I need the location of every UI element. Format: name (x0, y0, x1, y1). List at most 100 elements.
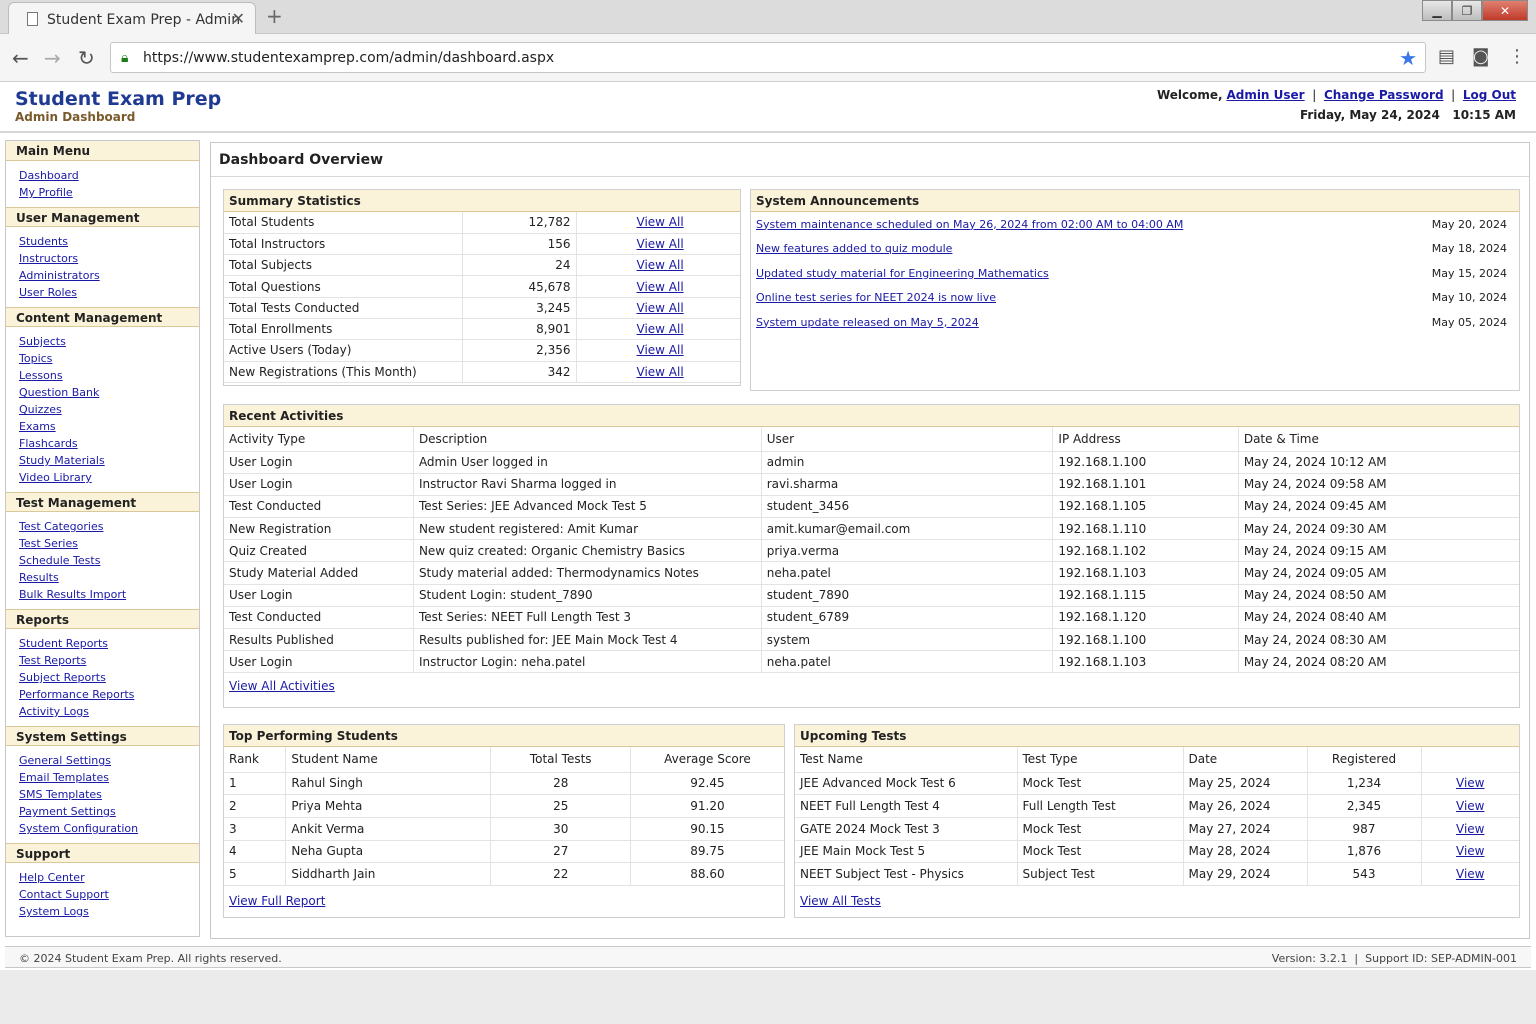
new-tab-icon[interactable]: + (266, 4, 283, 28)
sidebar-item-results[interactable]: Results (19, 569, 199, 586)
view-all-link[interactable]: View All (637, 301, 684, 315)
sidebar-item-test-series[interactable]: Test Series (19, 535, 199, 552)
table-row: 5 Siddharth Jain 22 88.60 (224, 862, 784, 886)
column-header[interactable]: User (761, 427, 1054, 452)
announcements-list: System maintenance scheduled on May 26, … (751, 212, 1519, 335)
logout-link[interactable]: Log Out (1463, 88, 1516, 102)
sidebar-item-test-categories[interactable]: Test Categories (19, 518, 199, 535)
sidebar-item-sms-templates[interactable]: SMS Templates (19, 786, 199, 803)
announcement-link[interactable]: System update released on May 5, 2024 (756, 316, 979, 329)
announcement-link[interactable]: Online test series for NEET 2024 is now … (756, 291, 996, 304)
bookmark-star-icon[interactable]: ★ (1399, 46, 1417, 70)
address-bar[interactable]: 🔒︎ https://www.studentexamprep.com/admin… (110, 42, 1426, 73)
sidebar-item-email-templates[interactable]: Email Templates (19, 769, 199, 786)
sidebar-item-student-reports[interactable]: Student Reports (19, 635, 199, 652)
site-title[interactable]: Student Exam Prep (15, 88, 221, 110)
sidebar-item-system-configuration[interactable]: System Configuration (19, 820, 199, 837)
sidebar-item-flashcards[interactable]: Flashcards (19, 435, 199, 452)
column-header[interactable]: Student Name (285, 747, 492, 773)
panel-heading: Recent Activities (224, 405, 1519, 427)
view-test-link[interactable]: View (1456, 822, 1484, 836)
sidebar-item-test-reports[interactable]: Test Reports (19, 652, 199, 669)
url-text[interactable]: https://www.studentexamprep.com/admin/da… (143, 50, 554, 66)
view-full-report-link[interactable]: View Full Report (229, 894, 325, 908)
view-all-link[interactable]: View All (637, 343, 684, 357)
column-header[interactable]: Activity Type (224, 427, 414, 452)
change-password-link[interactable]: Change Password (1324, 88, 1444, 102)
view-all-link[interactable]: View All (637, 237, 684, 251)
sidebar-item-study-materials[interactable]: Study Materials (19, 452, 199, 469)
announcement-link[interactable]: Updated study material for Engineering M… (756, 267, 1049, 280)
sidebar-item-dashboard[interactable]: Dashboard (19, 167, 199, 184)
sidebar-item-question-bank[interactable]: Question Bank (19, 384, 199, 401)
sidebar-item-schedule-tests[interactable]: Schedule Tests (19, 552, 199, 569)
table-cell: May 24, 2024 10:12 AM (1238, 451, 1519, 474)
view-all-activities-link[interactable]: View All Activities (229, 679, 335, 693)
column-header[interactable]: Test Name (795, 747, 1018, 773)
browser-tab[interactable]: Student Exam Prep - Admin ✕ (8, 2, 256, 35)
sidebar-item-exams[interactable]: Exams (19, 418, 199, 435)
column-header[interactable]: Average Score (630, 747, 784, 773)
view-test-link[interactable]: View (1456, 867, 1484, 881)
view-test-link[interactable]: View (1456, 844, 1484, 858)
sidebar-item-activity-logs[interactable]: Activity Logs (19, 703, 199, 720)
sidebar-item-general-settings[interactable]: General Settings (19, 752, 199, 769)
view-all-link[interactable]: View All (637, 280, 684, 294)
sidebar-item-contact-support[interactable]: Contact Support (19, 886, 199, 903)
column-header[interactable]: Registered (1307, 747, 1422, 773)
sidebar-item-subject-reports[interactable]: Subject Reports (19, 669, 199, 686)
view-all-tests-link[interactable]: View All Tests (800, 894, 881, 908)
restore-icon[interactable]: ❐ (1452, 0, 1482, 21)
column-header[interactable]: Total Tests (490, 747, 631, 773)
sidebar-item-my-profile[interactable]: My Profile (19, 184, 199, 201)
close-tab-icon[interactable]: ✕ (232, 9, 245, 28)
menu-kebab-icon[interactable]: ⋮ (1508, 46, 1526, 67)
sidebar-item-lessons[interactable]: Lessons (19, 367, 199, 384)
current-user-link[interactable]: Admin User (1226, 88, 1304, 102)
sidebar-item-topics[interactable]: Topics (19, 350, 199, 367)
sidebar-item-user-roles[interactable]: User Roles (19, 284, 199, 301)
reload-icon[interactable]: ↻ (78, 46, 95, 70)
column-header[interactable]: Date & Time (1238, 427, 1519, 452)
sidebar-item-video-library[interactable]: Video Library (19, 469, 199, 486)
column-header[interactable] (1421, 747, 1519, 773)
view-all-link[interactable]: View All (637, 322, 684, 336)
view-all-link[interactable]: View All (637, 365, 684, 379)
sidebar-item-subjects[interactable]: Subjects (19, 333, 199, 350)
sidebar-item-performance-reports[interactable]: Performance Reports (19, 686, 199, 703)
sidebar-item-help-center[interactable]: Help Center (19, 869, 199, 886)
sidebar-item-administrators[interactable]: Administrators (19, 267, 199, 284)
sidebar-item-bulk-results-import[interactable]: Bulk Results Import (19, 586, 199, 603)
stat-label: Total Subjects (224, 254, 463, 277)
extension-icon[interactable]: ▤ (1438, 46, 1455, 67)
view-test-link[interactable]: View (1456, 776, 1484, 790)
minimize-icon[interactable]: ▁ (1422, 0, 1452, 21)
close-window-icon[interactable]: ✕ (1482, 0, 1528, 21)
upcoming-tests-panel: Upcoming Tests Test Name Test Type Date Reg… (794, 724, 1520, 918)
column-header[interactable]: Test Type (1017, 747, 1184, 773)
sidebar-item-students[interactable]: Students (19, 233, 199, 250)
back-icon[interactable]: ← (12, 46, 29, 70)
announcement-link[interactable]: System maintenance scheduled on May 26, … (756, 218, 1183, 231)
column-header[interactable]: Rank (224, 747, 287, 773)
profile-extension-icon[interactable]: ◙ (1472, 46, 1489, 67)
view-all-link[interactable]: View All (637, 215, 684, 229)
column-header[interactable]: Description (413, 427, 762, 452)
view-all-link[interactable]: View All (637, 258, 684, 272)
sidebar-item-quizzes[interactable]: Quizzes (19, 401, 199, 418)
table-cell: May 26, 2024 (1183, 794, 1308, 818)
column-header[interactable]: IP Address (1052, 427, 1239, 452)
welcome-label: Welcome, (1156, 88, 1223, 102)
table-cell: 5 (224, 862, 287, 886)
sidebar-item-system-logs[interactable]: System Logs (19, 903, 199, 920)
table-cell: 192.168.1.100 (1052, 628, 1239, 652)
table-row: Active Users (Today) 2,356 View All (224, 339, 740, 362)
announcement-link[interactable]: New features added to quiz module (756, 242, 952, 255)
view-test-link[interactable]: View (1456, 799, 1484, 813)
title-divider (211, 176, 1529, 177)
column-header[interactable]: Date (1183, 747, 1308, 773)
table-row: Total Subjects 24 View All (224, 254, 740, 277)
sidebar-item-instructors[interactable]: Instructors (19, 250, 199, 267)
sidebar-item-payment-settings[interactable]: Payment Settings (19, 803, 199, 820)
forward-icon[interactable]: → (44, 46, 61, 70)
